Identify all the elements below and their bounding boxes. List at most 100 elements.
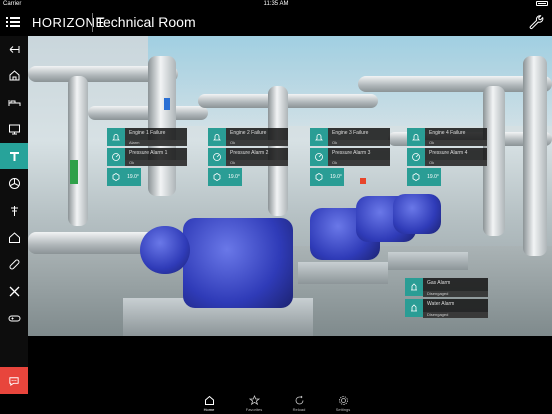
tab-settings[interactable]: Settings: [323, 395, 363, 412]
temperature-value: 19.0°: [328, 168, 344, 186]
pressure-alarm-state: Ok: [226, 160, 288, 166]
antenna-icon: [10, 205, 18, 216]
pump-icon: [310, 168, 328, 186]
sidebar-item-ventilation[interactable]: [0, 170, 28, 196]
pressure-alarm-state: Ok: [328, 160, 390, 166]
engine-failure-row[interactable]: Engine 4 Failure Ok: [407, 128, 487, 146]
temperature-row[interactable]: 19.0°: [310, 168, 390, 186]
engine-failure-label: Engine 1 Failure: [129, 130, 166, 136]
tools-icon: [9, 151, 19, 161]
tab-bar: Home Favorites Reload Settings: [0, 394, 552, 414]
gamepad-icon: [8, 315, 20, 321]
tab-reload-label: Reload: [292, 407, 306, 412]
pressure-alarm-row[interactable]: Pressure Alarm 3 Ok: [310, 148, 390, 166]
bell-icon: [107, 128, 125, 146]
gauge-icon: [107, 148, 125, 166]
page-title: Technical Room: [96, 14, 196, 30]
engine-failure-label: Engine 2 Failure: [230, 130, 267, 136]
bell-icon: [407, 128, 425, 146]
header-divider: [92, 13, 93, 32]
engine-failure-state: Ok: [425, 140, 487, 146]
pressure-alarm-label: Pressure Alarm 4: [429, 150, 468, 156]
pump-panel-2: Engine 2 Failure Ok Pressure Alarm 2 Ok 19…: [208, 128, 288, 188]
engine-failure-label: Engine 3 Failure: [332, 130, 369, 136]
back-icon: [9, 45, 19, 53]
status-icons: [536, 0, 548, 6]
chat-icon: [9, 376, 19, 386]
bed-icon: [8, 99, 20, 106]
battery-icon: [536, 1, 548, 6]
water-alarm-row[interactable]: Water Alarm Disengaged: [405, 299, 488, 318]
home-icon: [204, 395, 214, 405]
fan-icon: [8, 177, 20, 189]
engine-failure-row[interactable]: Engine 2 Failure Ok: [208, 128, 288, 146]
pump-icon: [208, 168, 226, 186]
bell-icon: [310, 128, 328, 146]
temperature-value: 19.0°: [226, 168, 242, 186]
star-icon: [248, 395, 260, 406]
pressure-alarm-row[interactable]: Pressure Alarm 4 Ok: [407, 148, 487, 166]
bandage-icon: [9, 259, 19, 269]
engine-failure-row[interactable]: Engine 1 Failure Alarm: [107, 128, 187, 146]
status-bar: Carrier 11:35 AM: [0, 0, 552, 9]
bell-icon: [208, 128, 226, 146]
temperature-row[interactable]: 19.0°: [208, 168, 288, 186]
sidebar-item-back[interactable]: [0, 36, 28, 62]
tab-reload[interactable]: Reload: [279, 395, 319, 412]
pump-icon: [407, 168, 425, 186]
sidebar-item-bedroom[interactable]: [0, 89, 28, 115]
engine-failure-row[interactable]: Engine 3 Failure Ok: [310, 128, 390, 146]
clock: 11:35 AM: [263, 1, 289, 7]
sidebar-item-office[interactable]: [0, 116, 28, 142]
pressure-alarm-row[interactable]: Pressure Alarm 1 Ok: [107, 148, 187, 166]
sidebar-item-workshop[interactable]: [0, 278, 28, 304]
chat-button[interactable]: [0, 367, 28, 394]
house-icon: [8, 231, 20, 243]
tab-home-label: Home: [203, 407, 215, 412]
header: HORIZONE Technical Room: [0, 9, 552, 36]
gas-alarm-state: Disengaged: [423, 291, 488, 297]
monitor-icon: [8, 124, 20, 134]
alarm-panel: Gas Alarm Disengaged Water Alarm Disengage…: [405, 278, 488, 320]
sidebar-item-technical-room[interactable]: [0, 143, 28, 169]
gauge-icon: [208, 148, 226, 166]
temperature-row[interactable]: 19.0°: [107, 168, 187, 186]
engine-failure-state: Ok: [328, 140, 390, 146]
pressure-alarm-row[interactable]: Pressure Alarm 2 Ok: [208, 148, 288, 166]
engine-failure-state: Alarm: [125, 140, 187, 146]
tab-favorites[interactable]: Favorites: [234, 395, 274, 412]
pressure-alarm-state: Ok: [425, 160, 487, 166]
tab-home[interactable]: Home: [189, 395, 229, 412]
sidebar-item-home[interactable]: [0, 62, 28, 88]
flow-arrow-green: [70, 160, 78, 184]
pressure-alarm-state: Ok: [125, 160, 187, 166]
sidebar-item-house[interactable]: [0, 224, 28, 250]
sidebar-item-antenna[interactable]: [0, 197, 28, 223]
gas-alarm-icon: [405, 278, 423, 296]
wrench-icon[interactable]: [528, 14, 544, 30]
flow-arrow-up: [164, 98, 170, 110]
temperature-row[interactable]: 19.0°: [407, 168, 487, 186]
sidebar-item-health[interactable]: [0, 251, 28, 277]
pressure-alarm-label: Pressure Alarm 1: [129, 150, 168, 156]
crossed-tools-icon: [9, 286, 19, 296]
gas-alarm-row[interactable]: Gas Alarm Disengaged: [405, 278, 488, 297]
pressure-alarm-label: Pressure Alarm 2: [230, 150, 269, 156]
engine-failure-state: Ok: [226, 140, 288, 146]
sidebar-item-games[interactable]: [0, 305, 28, 331]
pressure-alarm-label: Pressure Alarm 3: [332, 150, 371, 156]
water-alarm-icon: [405, 299, 423, 317]
water-alarm-label: Water Alarm: [427, 301, 455, 307]
pump-icon: [107, 168, 125, 186]
home-icon: [9, 69, 19, 80]
gauge-icon: [310, 148, 328, 166]
engine-failure-label: Engine 4 Failure: [429, 130, 466, 136]
list-menu-icon[interactable]: [5, 15, 21, 29]
water-alarm-state: Disengaged: [423, 312, 488, 318]
temperature-value: 19.0°: [425, 168, 441, 186]
app-root: Carrier 11:35 AM HORIZONE Technical Room: [0, 0, 552, 414]
gear-icon: [338, 396, 348, 405]
temperature-value: 19.0°: [125, 168, 141, 186]
tab-settings-label: Settings: [335, 407, 351, 412]
brand-logo: HORIZONE: [32, 15, 105, 30]
